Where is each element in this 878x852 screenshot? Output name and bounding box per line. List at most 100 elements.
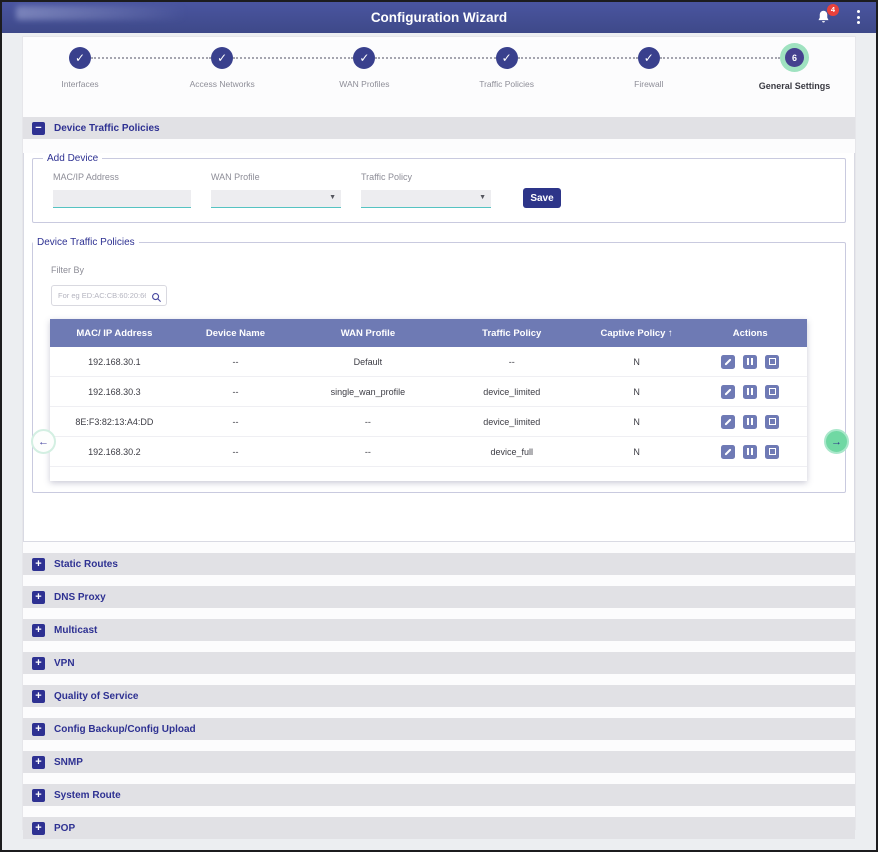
add-device-legend: Add Device [43,153,102,164]
step-connector [660,57,780,59]
step-firewall[interactable]: ✓ Firewall [638,47,660,69]
edit-icon [725,418,732,425]
section-quality-of-service[interactable]: + Quality of Service [23,685,855,707]
section-multicast[interactable]: + Multicast [23,619,855,641]
expand-icon[interactable]: + [32,690,45,703]
cell-wan-profile: -- [292,447,443,457]
step-number: 6 [785,48,804,67]
col-captive-policy[interactable]: Captive Policy ↑ [580,328,694,339]
cell-captive-policy: N [580,417,694,427]
section-title: Device Traffic Policies [54,123,160,134]
cell-mac-ip: 192.168.30.3 [50,387,179,397]
section-config-backup-upload[interactable]: + Config Backup/Config Upload [23,718,855,740]
edit-icon [725,358,732,365]
step-label: Firewall [634,79,663,89]
step-wan-profiles[interactable]: ✓ WAN Profiles [353,47,375,69]
cell-mac-ip: 192.168.30.1 [50,357,179,367]
pause-icon [747,388,753,395]
expand-icon[interactable]: + [32,657,45,670]
add-device-fieldset: Add Device MAC/IP Address WAN Profile ▼ … [32,153,846,223]
cell-wan-profile: single_wan_profile [292,387,443,397]
stop-icon [769,358,776,365]
pause-icon [747,448,753,455]
cell-wan-profile: -- [292,417,443,427]
filter-input[interactable] [51,285,167,306]
step-general-settings[interactable]: 6 General Settings [780,43,809,72]
prev-page-button[interactable]: ← [31,429,56,454]
cell-device-name: -- [179,447,293,457]
search-icon[interactable] [151,290,162,308]
edit-device-button[interactable] [721,445,735,459]
expand-icon[interactable]: + [32,558,45,571]
col-device-name[interactable]: Device Name [179,328,293,339]
table-row: 8E:F3:82:13:A4:DD -- -- device_limited N [50,407,807,437]
pause-device-button[interactable] [743,415,757,429]
app-bar: Configuration Wizard 4 [2,2,876,33]
blurred-logo [16,6,186,20]
cell-device-name: -- [179,387,293,397]
section-pop[interactable]: + POP [23,817,855,839]
edit-device-button[interactable] [721,415,735,429]
notifications-button[interactable]: 4 [816,9,832,26]
next-page-button[interactable]: → [824,429,849,454]
section-title: VPN [54,658,75,669]
mac-ip-label: MAC/IP Address [53,172,191,182]
chevron-down-icon: ▼ [329,194,336,201]
pause-icon [747,358,753,365]
expand-icon[interactable]: + [32,789,45,802]
expand-icon[interactable]: + [32,756,45,769]
expand-icon[interactable]: + [32,723,45,736]
expand-icon[interactable]: + [32,822,45,835]
edit-device-button[interactable] [721,355,735,369]
edit-device-button[interactable] [721,385,735,399]
step-access-networks[interactable]: ✓ Access Networks [211,47,233,69]
pause-device-button[interactable] [743,445,757,459]
section-dns-proxy[interactable]: + DNS Proxy [23,586,855,608]
step-interfaces[interactable]: ✓ Interfaces [69,47,91,69]
traffic-policy-select[interactable]: ▼ [361,190,491,208]
block-device-button[interactable] [765,415,779,429]
step-connector [375,57,495,59]
col-mac-ip[interactable]: MAC/ IP Address [50,328,179,339]
pause-device-button[interactable] [743,355,757,369]
section-device-traffic-policies[interactable]: − Device Traffic Policies [23,117,855,139]
block-device-button[interactable] [765,445,779,459]
section-title: Quality of Service [54,691,138,702]
stop-icon [769,388,776,395]
block-device-button[interactable] [765,355,779,369]
block-device-button[interactable] [765,385,779,399]
save-button[interactable]: Save [523,188,561,208]
arrow-left-icon: ← [38,436,49,448]
device-table-fieldset: Device Traffic Policies Filter By MAC/ I… [32,237,846,493]
overflow-menu-button[interactable] [853,10,863,26]
step-connector [518,57,638,59]
cell-traffic-policy: device_full [444,447,580,457]
expand-icon[interactable]: + [32,591,45,604]
wizard-stepper: ✓ Interfaces ✓ Access Networks ✓ WAN Pro… [69,47,809,109]
col-traffic-policy[interactable]: Traffic Policy [444,328,580,339]
mac-ip-input[interactable] [53,190,191,208]
step-connector [233,57,353,59]
col-wan-profile[interactable]: WAN Profile [292,328,443,339]
kebab-icon [857,10,860,13]
pause-device-button[interactable] [743,385,757,399]
section-system-route[interactable]: + System Route [23,784,855,806]
row-actions [693,355,807,369]
table-header-row: MAC/ IP Address Device Name WAN Profile … [50,319,807,347]
expand-icon[interactable]: + [32,624,45,637]
section-vpn[interactable]: + VPN [23,652,855,674]
chevron-down-icon: ▼ [479,194,486,201]
step-connector [91,57,211,59]
cell-device-name: -- [179,357,293,367]
collapse-icon[interactable]: − [32,122,45,135]
table-row: 192.168.30.1 -- Default -- N [50,347,807,377]
step-traffic-policies[interactable]: ✓ Traffic Policies [496,47,518,69]
wan-profile-select[interactable]: ▼ [211,190,341,208]
check-icon: ✓ [638,47,660,69]
section-snmp[interactable]: + SNMP [23,751,855,773]
step-label: WAN Profiles [339,79,389,89]
check-icon: ✓ [211,47,233,69]
section-static-routes[interactable]: + Static Routes [23,553,855,575]
cell-mac-ip: 192.168.30.2 [50,447,179,457]
cell-captive-policy: N [580,447,694,457]
